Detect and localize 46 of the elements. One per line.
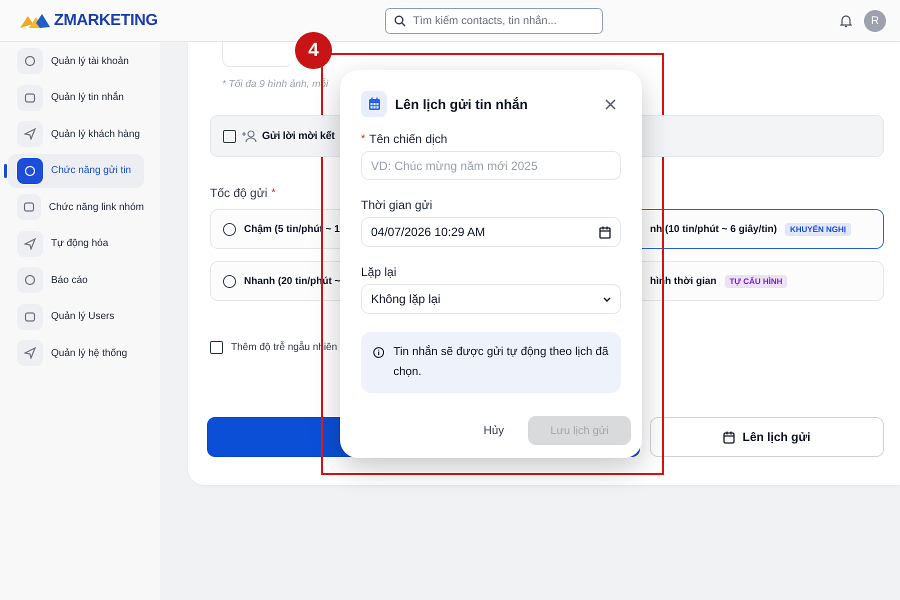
add-user-icon: [241, 129, 257, 143]
calendar-icon: [361, 91, 387, 117]
cancel-button[interactable]: Hủy: [474, 418, 514, 442]
send-time-field[interactable]: 04/07/2026 10:29 AM: [361, 217, 621, 247]
menu-icon: [17, 340, 43, 366]
sidebar-item[interactable]: Báo cáo: [8, 263, 144, 297]
sidebar-item[interactable]: Quản lý Users: [8, 300, 144, 334]
option-tag: KHUYẾN NGHỊ: [784, 222, 851, 236]
menu-icon: [17, 84, 43, 110]
search-icon: [394, 14, 406, 26]
logo-icon: [20, 12, 50, 28]
chevron-down-icon: [603, 296, 611, 302]
option-tag: TỰ CẤU HÌNH: [724, 274, 788, 288]
repeat-select[interactable]: Không lặp lại: [361, 284, 621, 314]
dialog-title: Lên lịch gửi tin nhắn: [395, 96, 528, 112]
checkbox[interactable]: [223, 130, 236, 142]
bell-icon[interactable]: [840, 14, 852, 28]
required-mark: *: [271, 187, 276, 199]
menu-icon: [17, 121, 43, 147]
campaign-name-label: Tên chiến dịch: [369, 132, 448, 146]
info-text: Tin nhắn sẽ được gửi tự động theo lịch đã chọn.: [393, 344, 609, 380]
speed-label: Tốc độ gửi: [210, 185, 268, 201]
checkbox[interactable]: [210, 340, 223, 354]
required-mark: *: [361, 133, 366, 145]
sidebar-item[interactable]: Chức năng link nhóm: [8, 190, 144, 224]
menu-icon: [17, 230, 43, 256]
sidebar-item[interactable]: Tự động hóa: [8, 226, 144, 260]
sidebar-item[interactable]: Quản lý hệ thống: [8, 336, 144, 370]
repeat-label: Lặp lại: [361, 265, 398, 279]
info-icon: [373, 346, 384, 359]
close-icon[interactable]: [605, 98, 616, 110]
menu-icon: [17, 158, 43, 184]
logo-text: ZMARKETING: [54, 12, 158, 30]
menu-icon: [17, 267, 43, 293]
send-time-label: Thời gian gửi: [361, 198, 434, 212]
campaign-name-field[interactable]: VD: Chúc mừng năm mới 2025: [361, 151, 621, 180]
calendar-icon: [599, 226, 611, 238]
sidebar-item[interactable]: Quản lý tài khoản: [8, 44, 144, 78]
menu-icon: [17, 48, 43, 74]
invite-label: Gửi lời mời kết: [262, 130, 335, 142]
menu-icon: [17, 194, 41, 220]
menu-icon: [17, 304, 43, 330]
sidebar-item[interactable]: Quản lý khách hàng: [8, 117, 144, 151]
sidebar-item[interactable]: Quản lý tin nhắn: [8, 80, 144, 114]
calendar-icon: [723, 430, 736, 444]
schedule-button[interactable]: Lên lịch gửi: [650, 417, 884, 457]
